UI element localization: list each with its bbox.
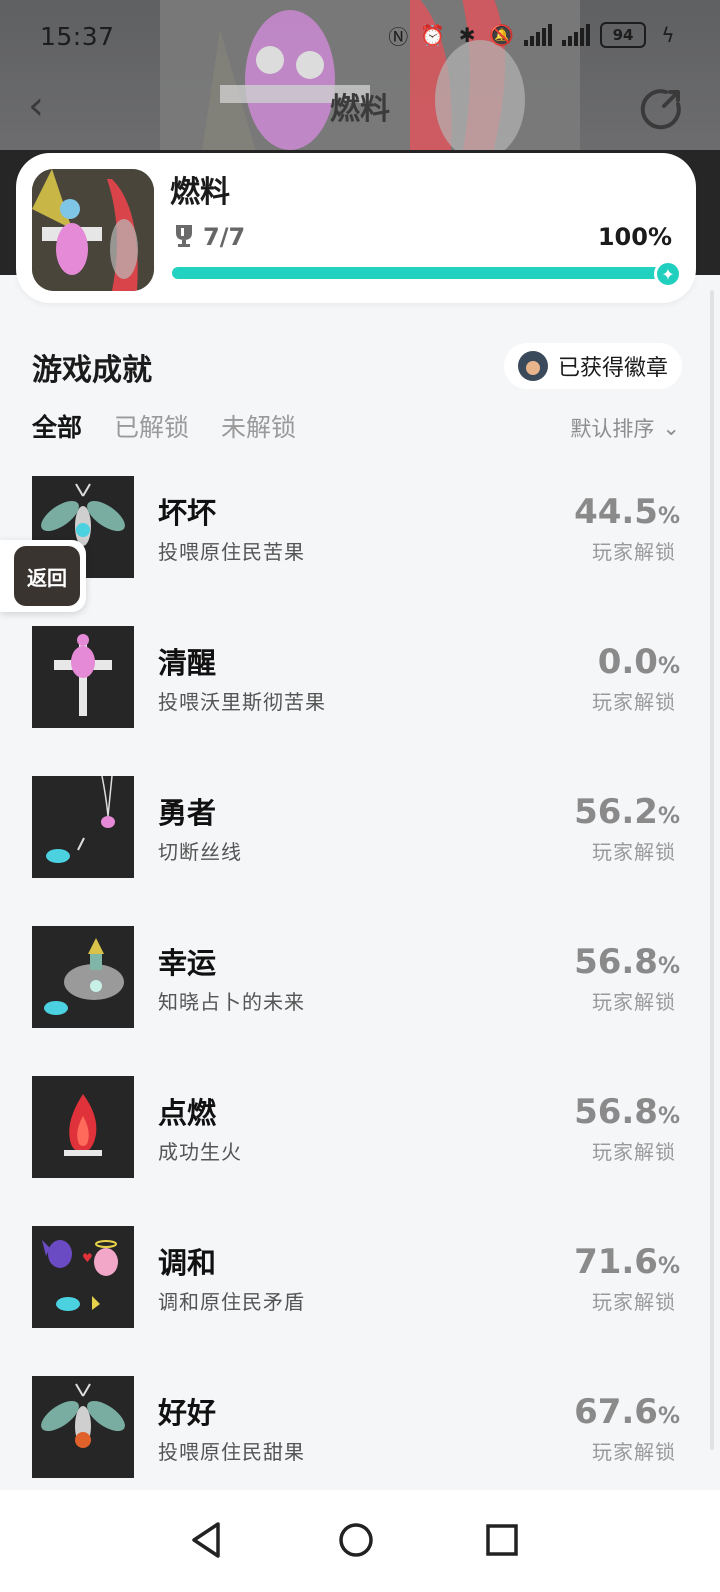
unlock-percent: 44.5%: [574, 492, 680, 532]
achievement-name: 坏坏: [158, 496, 217, 530]
tab-locked[interactable]: 未解锁: [221, 408, 296, 444]
achievement-name: 勇者: [158, 796, 217, 830]
list-item[interactable]: 坏坏 投喂原住民苦果 44.5% 玩家解锁: [0, 476, 720, 626]
svg-text:♥: ♥: [82, 1251, 93, 1265]
unlock-label: 玩家解锁: [592, 1440, 676, 1464]
achievement-percent: 100%: [597, 223, 672, 251]
game-name: 燃料: [170, 175, 230, 210]
achievement-name: 点燃: [158, 1096, 217, 1130]
trophy-icon: [176, 225, 192, 247]
unlock-percent: 67.6%: [574, 1392, 680, 1432]
unlock-label: 玩家解锁: [592, 690, 676, 714]
mute-icon: 🔕: [489, 23, 514, 47]
system-recents-icon[interactable]: [478, 1516, 526, 1564]
achievement-icon-fortune: [32, 926, 134, 1028]
list-item[interactable]: 点燃 成功生火 56.8% 玩家解锁: [0, 1076, 720, 1226]
achievement-desc: 知晓占卜的未来: [158, 990, 305, 1014]
achievement-icon-cross: [32, 626, 134, 728]
achievement-desc: 投喂原住民甜果: [158, 1440, 305, 1464]
achievement-desc: 切断丝线: [158, 840, 242, 864]
achievement-desc: 成功生火: [158, 1140, 242, 1164]
unlock-percent: 71.6%: [574, 1242, 680, 1282]
status-icons: Ⓝ ⏰ ✱ 🔕 94 ϟ: [386, 22, 680, 49]
achievement-desc: 调和原住民矛盾: [158, 1290, 305, 1314]
achievement-name: 调和: [158, 1246, 217, 1280]
sort-dropdown[interactable]: 默认排序 ⌄: [570, 413, 680, 443]
tab-all[interactable]: 全部: [32, 408, 82, 444]
battery-icon: 94: [600, 22, 646, 48]
achievement-list: 坏坏 投喂原住民苦果 44.5% 玩家解锁 清醒 投喂沃里斯彻苦果 0.0% 玩…: [0, 476, 720, 1526]
share-icon[interactable]: [640, 86, 684, 130]
achievement-desc: 投喂沃里斯彻苦果: [158, 690, 326, 714]
nfc-icon: Ⓝ: [388, 24, 409, 49]
list-item[interactable]: 清醒 投喂沃里斯彻苦果 0.0% 玩家解锁: [0, 626, 720, 776]
unlock-percent: 56.8%: [574, 1092, 680, 1132]
earned-badges-label: 已获得徽章: [558, 356, 669, 381]
system-nav-bar: [0, 1490, 720, 1592]
scrollbar[interactable]: [710, 290, 714, 1450]
signal-icon: [562, 24, 590, 46]
filter-tabs: 全部 已解锁 未解锁: [32, 408, 296, 444]
game-thumbnail: [32, 169, 154, 291]
achievement-icon-moth-sweet: [32, 1376, 134, 1478]
achievement-name: 清醒: [158, 646, 217, 680]
progress-bar-fill: [172, 267, 672, 279]
unlock-label: 玩家解锁: [592, 990, 676, 1014]
sort-label: 默认排序: [570, 417, 655, 441]
status-time: 15:37: [40, 22, 115, 51]
chevron-down-icon: ⌄: [662, 416, 680, 440]
status-bar: 15:37 Ⓝ ⏰ ✱ 🔕 94 ϟ: [0, 0, 720, 72]
unlock-label: 玩家解锁: [592, 540, 676, 564]
game-summary-card: 燃料 7/7 100% ✦: [16, 153, 696, 303]
achievement-name: 好好: [158, 1396, 217, 1430]
achievement-count: 7/7: [203, 223, 246, 251]
list-item[interactable]: 幸运 知晓占卜的未来 56.8% 玩家解锁: [0, 926, 720, 1076]
floating-back-button[interactable]: 返回: [0, 540, 86, 612]
sparkle-icon: ✦: [654, 260, 682, 288]
earned-badges-button[interactable]: 已获得徽章: [504, 343, 682, 389]
achievement-desc: 投喂原住民苦果: [158, 540, 305, 564]
charging-icon: ϟ: [661, 23, 675, 47]
badge-avatar-icon: [518, 351, 548, 381]
unlock-percent: 56.8%: [574, 942, 680, 982]
signal-icon: [524, 24, 552, 46]
unlock-label: 玩家解锁: [592, 840, 676, 864]
system-back-icon[interactable]: [184, 1516, 232, 1564]
system-home-icon[interactable]: [332, 1516, 380, 1564]
achievement-icon-harmony: ♥: [32, 1226, 134, 1328]
section-title: 游戏成就: [32, 353, 152, 388]
achievement-name: 幸运: [158, 946, 217, 980]
unlock-label: 玩家解锁: [592, 1140, 676, 1164]
bluetooth-icon: ✱: [458, 23, 476, 47]
floating-back-label: 返回: [14, 546, 80, 606]
achievement-icon-thread: [32, 776, 134, 878]
tab-unlocked[interactable]: 已解锁: [114, 408, 189, 444]
unlock-percent: 56.2%: [574, 792, 680, 832]
progress-bar: [172, 267, 672, 279]
list-item[interactable]: 勇者 切断丝线 56.2% 玩家解锁: [0, 776, 720, 926]
page-title: 燃料: [330, 92, 390, 127]
unlock-label: 玩家解锁: [592, 1290, 676, 1314]
alarm-icon: ⏰: [420, 23, 446, 47]
achievement-icon-fire: [32, 1076, 134, 1178]
list-item[interactable]: ♥ 调和 调和原住民矛盾 71.6% 玩家解锁: [0, 1226, 720, 1376]
unlock-percent: 0.0%: [597, 642, 680, 682]
